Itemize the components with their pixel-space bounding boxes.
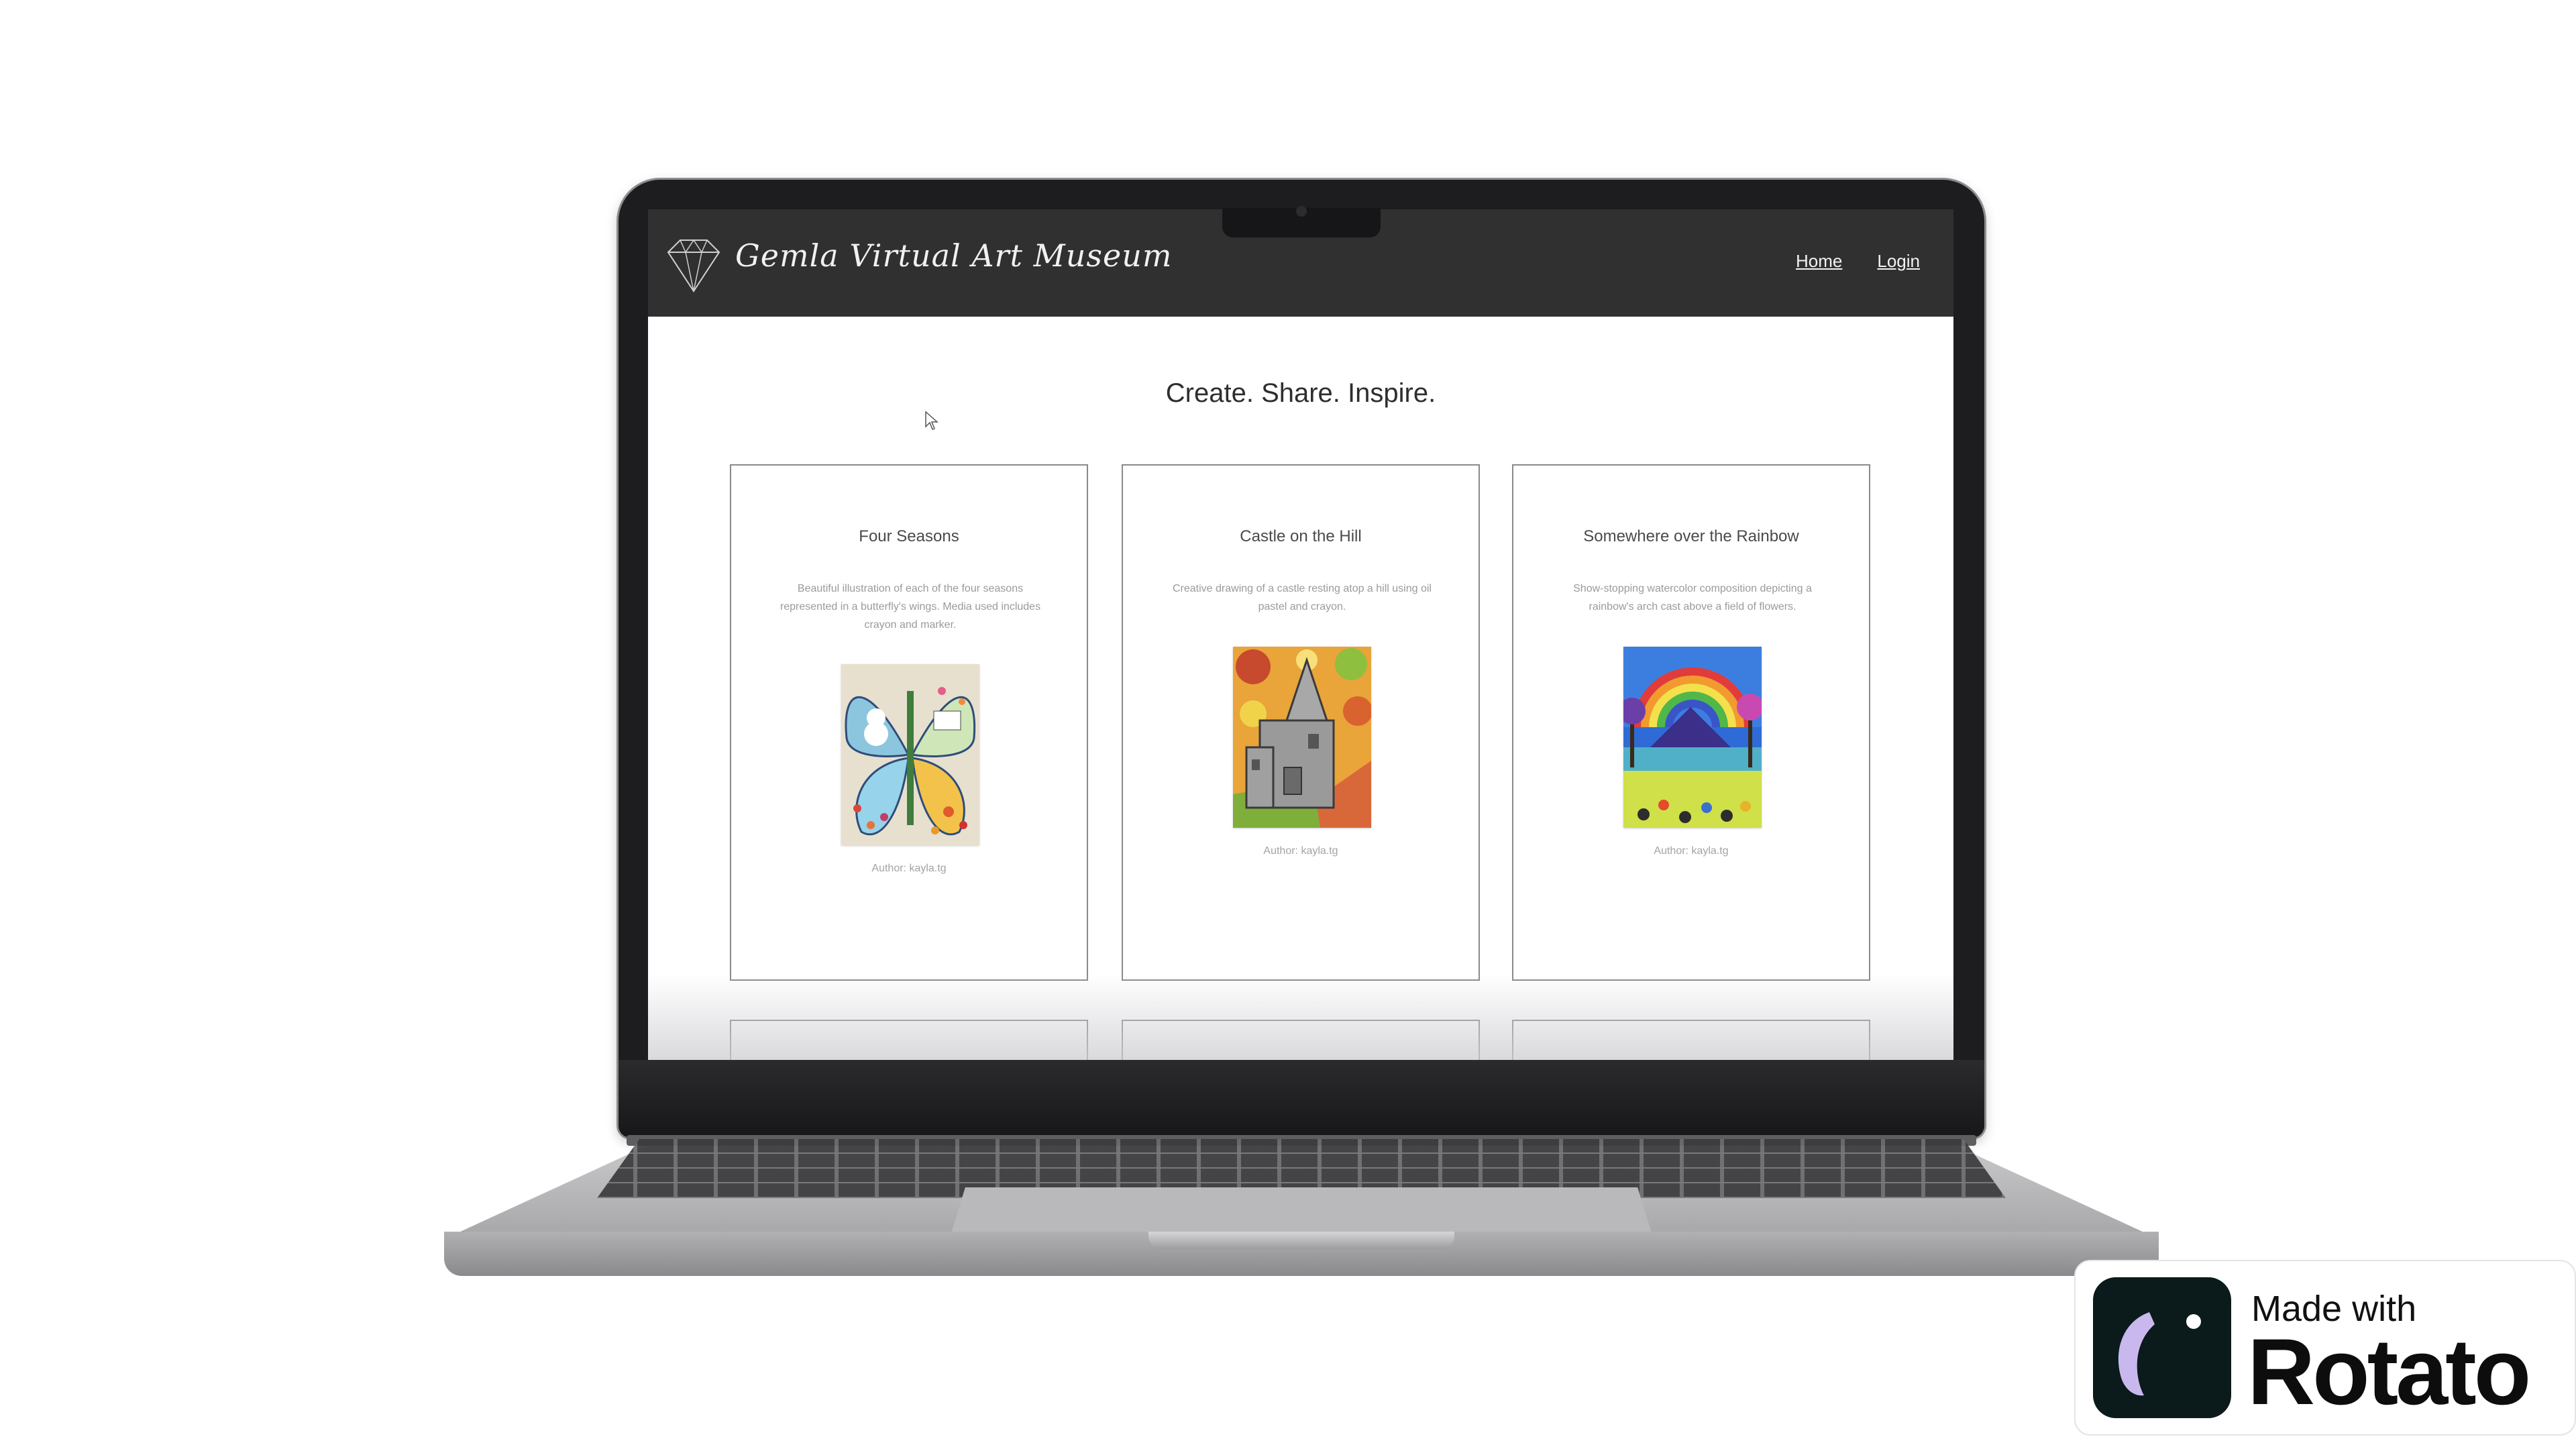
artwork-card-castle-on-the-hill[interactable]: Castle on the Hill Creative drawing of a… [1122,464,1480,981]
artwork-card-four-seasons[interactable]: Four Seasons Beautiful illustration of e… [730,464,1088,981]
diamond-icon[interactable] [661,232,726,297]
lid-opening-notch [1148,1232,1454,1249]
made-with-rotato-badge[interactable]: Made with Rotato [2074,1260,2576,1436]
artwork-card-somewhere-over-the-rainbow[interactable]: Somewhere over the Rainbow Show-stopping… [1512,464,1870,981]
artwork-description: Creative drawing of a castle resting ato… [1173,583,1432,612]
page-headline: Create. Share. Inspire. [1165,378,1436,408]
artwork-author: Author: kayla.tg [1654,845,1729,857]
artwork-card-row2-2[interactable] [1122,1020,1480,1060]
artwork-description: Show-stopping watercolor composition dep… [1573,583,1812,612]
site-title[interactable]: Gemla Virtual Art Museum [735,237,1172,274]
mouse-pointer-icon [925,411,938,430]
artwork-image-four-seasons[interactable] [841,664,979,845]
nav-links: Home Login [1796,251,1920,272]
artwork-title: Somewhere over the Rainbow [1583,527,1799,545]
artwork-card-row2-3[interactable] [1512,1020,1870,1060]
artwork-card-row2-1[interactable] [730,1020,1088,1060]
artwork-title: Four Seasons [859,527,959,545]
badge-brand-text: Rotato [2247,1319,2531,1424]
laptop-screen: Gemla Virtual Art Museum Home Login Crea… [648,209,1953,1060]
trackpad [951,1187,1652,1233]
nav-login-link[interactable]: Login [1877,251,1920,272]
laptop-bezel-bottom [619,1060,1984,1138]
artwork-author: Author: kayla.tg [871,863,947,874]
artwork-image-castle-on-the-hill[interactable] [1233,647,1371,828]
rotato-logo-icon [2093,1277,2231,1418]
artwork-author: Author: kayla.tg [1263,845,1338,857]
webcam [1296,206,1307,217]
artwork-description: Beautiful illustration of each of the fo… [780,583,1041,631]
artwork-image-somewhere-over-the-rainbow[interactable] [1623,647,1762,828]
artwork-title: Castle on the Hill [1240,527,1362,545]
nav-home-link[interactable]: Home [1796,251,1842,272]
